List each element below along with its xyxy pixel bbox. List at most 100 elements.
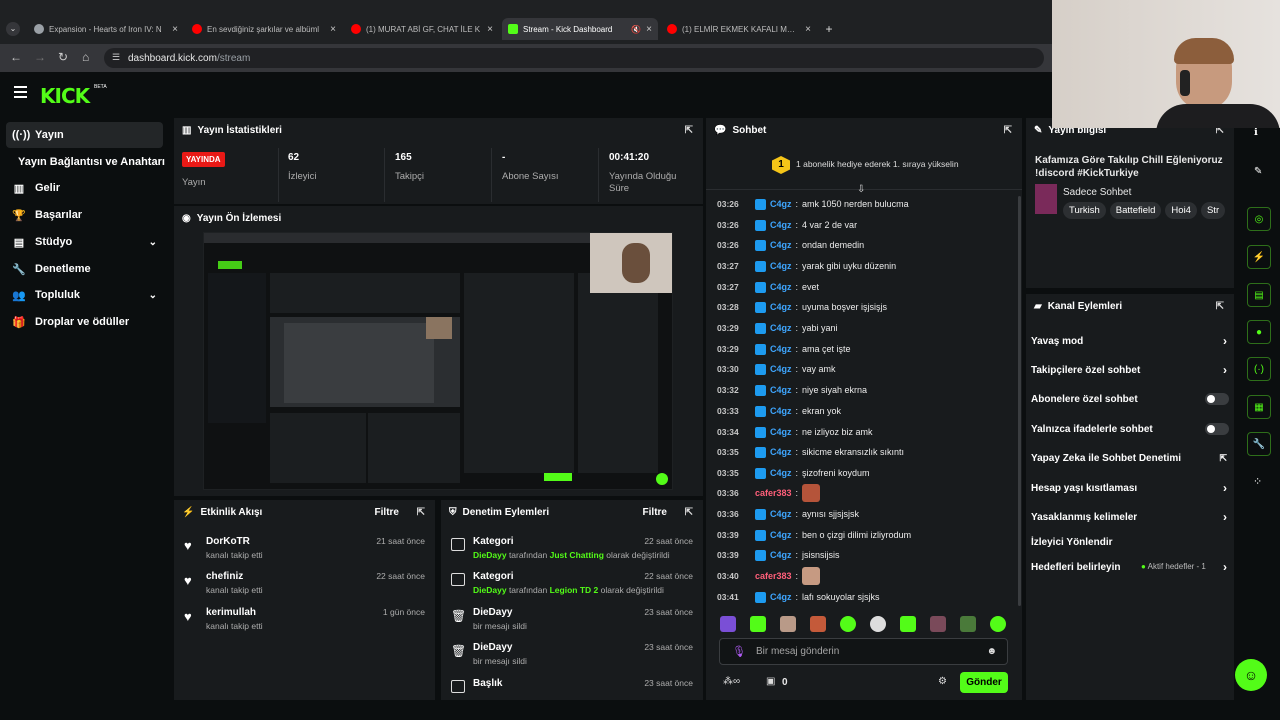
stream-preview-video[interactable]: [203, 232, 673, 490]
account-age-item[interactable]: Hesap yaşı kısıtlaması ›: [1031, 479, 1231, 497]
address-bar[interactable]: ☰ dashboard.kick.com/stream: [104, 48, 1044, 68]
chat-username[interactable]: C4gz: [770, 240, 792, 250]
chat-username[interactable]: C4gz: [770, 220, 792, 230]
broadcast-icon[interactable]: (·): [1247, 357, 1271, 381]
popout-icon[interactable]: ⇱: [417, 507, 425, 518]
bolt-icon[interactable]: ⚡: [1247, 245, 1271, 269]
tab-mute-icon[interactable]: 🔇: [631, 25, 641, 34]
ai-moderation-item[interactable]: Yapay Zeka ile Sohbet Denetimi ⇱: [1031, 449, 1231, 467]
chat-username[interactable]: cafer383: [755, 488, 792, 498]
tab-close-icon[interactable]: ×: [487, 24, 493, 35]
forward-icon[interactable]: →: [34, 50, 46, 64]
chat-username[interactable]: C4gz: [770, 364, 792, 374]
emoji-icon[interactable]: ☻: [986, 646, 997, 657]
emote-only-toggle[interactable]: [1205, 423, 1229, 435]
chat-username[interactable]: C4gz: [770, 550, 792, 560]
emote[interactable]: [930, 616, 946, 632]
sidebar-item-droplar[interactable]: 🎁 Droplar ve ödüller: [6, 309, 163, 335]
support-button[interactable]: ☺: [1235, 659, 1267, 691]
chat-username[interactable]: C4gz: [770, 406, 792, 416]
site-info-icon[interactable]: ☰: [112, 52, 120, 63]
chat-username[interactable]: C4gz: [770, 509, 792, 519]
slow-mode-item[interactable]: Yavaş mod ›: [1031, 332, 1231, 350]
emote[interactable]: [750, 616, 766, 632]
browser-tab[interactable]: (1) ELMİR EKMEK KAFALI MEVZ ×: [661, 18, 817, 40]
followers-only-item[interactable]: Takipçilere özel sohbet ›: [1031, 361, 1231, 379]
chat-username[interactable]: C4gz: [770, 468, 792, 478]
emote[interactable]: [720, 616, 736, 632]
apps-icon[interactable]: ⁘: [1253, 475, 1262, 488]
kick-logo[interactable]: KICK: [40, 84, 90, 108]
chat-username[interactable]: C4gz: [770, 282, 792, 292]
popout-icon[interactable]: ⇱: [1216, 301, 1224, 312]
activity-user[interactable]: chefiniz: [206, 571, 243, 582]
subscribers-only-toggle[interactable]: [1205, 393, 1229, 405]
pin-icon[interactable]: ⇩: [857, 184, 865, 195]
activity-user[interactable]: DorKoTR: [206, 536, 250, 547]
chat-input[interactable]: 🎙 Bir mesaj gönderin ☻: [719, 638, 1008, 665]
chat-username[interactable]: C4gz: [770, 530, 792, 540]
sidebar-item-yayin[interactable]: ((·)) Yayın: [6, 122, 163, 148]
tab-close-icon[interactable]: ×: [646, 24, 652, 35]
emote[interactable]: [990, 616, 1006, 632]
browser-tab[interactable]: (1) MURAT ABİ GF, CHAT İLE K ×: [345, 18, 499, 40]
chat-username[interactable]: C4gz: [770, 323, 792, 333]
browser-tab[interactable]: En sevdiğiniz şarkılar ve albüml ×: [186, 18, 342, 40]
sidebar-item-stream-key[interactable]: Yayın Bağlantısı ve Anahtarı: [18, 149, 170, 175]
chat-username[interactable]: C4gz: [770, 302, 792, 312]
chat-username[interactable]: cafer383: [755, 571, 792, 581]
raid-item[interactable]: İzleyici Yönlendir: [1031, 533, 1231, 551]
new-tab-button[interactable]: +: [822, 22, 836, 36]
sidebar-item-gelir[interactable]: ▥ Gelir: [6, 175, 163, 201]
chat-username[interactable]: C4gz: [770, 427, 792, 437]
emote[interactable]: [840, 616, 856, 632]
filter-button[interactable]: Filtre: [375, 507, 399, 518]
tab-close-icon[interactable]: ×: [330, 24, 336, 35]
chat-username[interactable]: C4gz: [770, 199, 792, 209]
popout-icon[interactable]: ⇱: [685, 507, 693, 518]
banned-words-item[interactable]: Yasaklanmış kelimeler ›: [1031, 508, 1231, 526]
browser-tab-active[interactable]: Stream - Kick Dashboard 🔇 ×: [502, 18, 658, 40]
chat-settings-icon[interactable]: ⚙: [938, 676, 947, 687]
users-icon[interactable]: ⁂∞: [723, 676, 740, 687]
clipboard-icon[interactable]: ▤: [1247, 283, 1271, 307]
goals-item[interactable]: Hedefleri belirleyin ● Aktif hedefler - 1…: [1031, 558, 1231, 576]
emote[interactable]: [960, 616, 976, 632]
chat-username[interactable]: C4gz: [770, 385, 792, 395]
chat-username[interactable]: C4gz: [770, 447, 792, 457]
moderation-time: 22 saat önce: [644, 571, 693, 581]
activity-user[interactable]: kerimullah: [206, 607, 256, 618]
tab-search-button[interactable]: ⌄: [6, 22, 20, 36]
back-icon[interactable]: ←: [10, 50, 22, 64]
filter-button[interactable]: Filtre: [643, 507, 667, 518]
chat-username[interactable]: C4gz: [770, 592, 792, 602]
browser-tab[interactable]: Expansion - Hearts of Iron IV: N ×: [28, 18, 184, 40]
emote[interactable]: [900, 616, 916, 632]
emote[interactable]: [870, 616, 886, 632]
wrench-icon[interactable]: 🔧: [1247, 432, 1271, 456]
reload-icon[interactable]: ↻: [58, 50, 68, 64]
chat-username[interactable]: C4gz: [770, 261, 792, 271]
mic-icon[interactable]: 🎙: [732, 645, 746, 658]
sidebar-item-topluluk[interactable]: 👥 Topluluk ⌄: [6, 282, 163, 308]
layout-icon[interactable]: ▦: [1247, 395, 1271, 419]
sidebar-item-basarilar[interactable]: 🏆 Başarılar: [6, 202, 163, 228]
category-name[interactable]: Sadece Sohbet: [1063, 187, 1131, 198]
send-button[interactable]: Gönder: [960, 672, 1008, 693]
chat-bubble-icon[interactable]: ●: [1247, 320, 1271, 344]
chat-scrollbar[interactable]: [1018, 196, 1021, 606]
emote[interactable]: [810, 616, 826, 632]
sidebar-item-studyo[interactable]: ▤ Stüdyo ⌄: [6, 229, 163, 255]
sidebar-item-denetleme[interactable]: 🔧 Denetleme: [6, 256, 163, 282]
tab-close-icon[interactable]: ×: [805, 24, 811, 35]
camera-icon[interactable]: ◎: [1247, 207, 1271, 231]
tab-close-icon[interactable]: ×: [172, 24, 178, 35]
edit-icon[interactable]: ✎: [1254, 166, 1262, 177]
emote[interactable]: [780, 616, 796, 632]
chat-username[interactable]: C4gz: [770, 344, 792, 354]
popout-icon[interactable]: ⇱: [685, 125, 693, 136]
popout-icon[interactable]: ⇱: [1004, 125, 1012, 136]
info-icon[interactable]: ℹ: [1254, 127, 1258, 138]
menu-icon[interactable]: [14, 86, 27, 101]
home-icon[interactable]: ⌂: [82, 50, 89, 64]
